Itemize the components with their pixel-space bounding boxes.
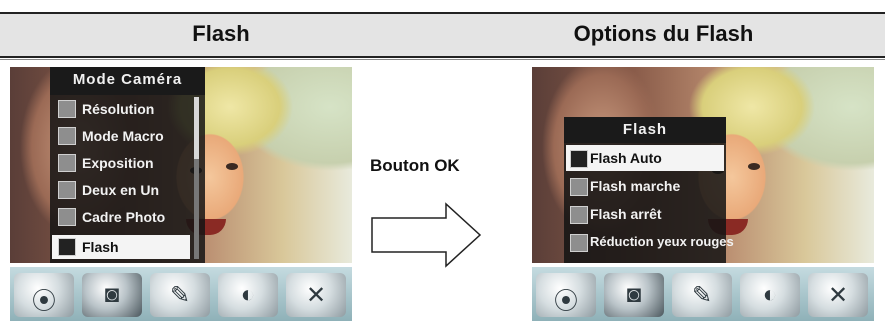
right-camera-screen: Flash Flash Auto Flash marche Flash arrê… (532, 67, 874, 321)
mode-icon-bar: ⦿ ◙ ✎ ◐ ✕ (10, 267, 352, 321)
menu-item-two-in-one[interactable]: Deux en Un (58, 178, 190, 202)
flash-off-icon (570, 206, 588, 224)
right-column-title: Options du Flash (573, 21, 754, 46)
palette-icon[interactable]: ◐ (740, 273, 800, 317)
menu-item-label: Réduction yeux rouges (590, 234, 734, 249)
resolution-icon (58, 100, 76, 118)
flash-options-menu: Flash Flash Auto Flash marche Flash arrê… (564, 117, 734, 263)
menu-item-exposure[interactable]: Exposition (58, 151, 190, 175)
menu-item-resolution[interactable]: Résolution (58, 97, 190, 121)
menu-item-macro[interactable]: Mode Macro (58, 124, 190, 148)
menu-item-photo-frame[interactable]: Cadre Photo (58, 205, 190, 229)
menu-item-label: Flash (82, 239, 119, 255)
right-arrow-icon (371, 202, 482, 268)
menu-item-red-eye[interactable]: Réduction yeux rouges (566, 229, 734, 255)
red-eye-icon (570, 234, 588, 252)
menu-item-label: Cadre Photo (82, 209, 166, 225)
tools-icon[interactable]: ✕ (808, 273, 868, 317)
exposure-icon (58, 154, 76, 172)
camera-mode-menu: Mode Caméra Résolution Mode Macro Exposi… (50, 67, 205, 263)
scrollbar-thumb[interactable] (194, 97, 199, 159)
menu-scrollbar[interactable] (194, 97, 199, 259)
menu-item-flash-auto[interactable]: Flash Auto (566, 145, 724, 171)
microphone-icon[interactable]: ✎ (150, 273, 210, 317)
video-reel-icon[interactable]: ⦿ (536, 273, 596, 317)
microphone-icon[interactable]: ✎ (672, 273, 732, 317)
left-camera-screen: Mode Caméra Résolution Mode Macro Exposi… (10, 67, 352, 321)
menu-title: Flash (564, 117, 726, 143)
photo-frame-icon (58, 208, 76, 226)
menu-item-label: Mode Macro (82, 128, 164, 144)
macro-icon (58, 127, 76, 145)
left-column-title: Flash (192, 21, 250, 46)
ok-button-label: Bouton OK (370, 156, 460, 175)
header-shadow-rule (0, 59, 885, 60)
menu-item-label: Deux en Un (82, 182, 160, 198)
menu-item-flash-on[interactable]: Flash marche (566, 173, 724, 199)
menu-item-label: Flash marche (590, 178, 681, 194)
menu-item-flash-off[interactable]: Flash arrêt (566, 201, 724, 227)
menu-item-label: Résolution (82, 101, 155, 117)
flash-on-icon (570, 178, 588, 196)
palette-icon[interactable]: ◐ (218, 273, 278, 317)
menu-item-label: Flash arrêt (590, 206, 662, 222)
video-reel-icon[interactable]: ⦿ (14, 273, 74, 317)
flash-icon (58, 238, 76, 256)
header-bottom-rule (0, 56, 885, 58)
flash-auto-icon (570, 150, 588, 168)
two-in-one-icon (58, 181, 76, 199)
menu-title: Mode Caméra (50, 67, 205, 95)
mode-icon-bar: ⦿ ◙ ✎ ◐ ✕ (532, 267, 874, 321)
menu-item-label: Flash Auto (590, 150, 662, 166)
camera-icon[interactable]: ◙ (604, 273, 664, 317)
camera-icon[interactable]: ◙ (82, 273, 142, 317)
tools-icon[interactable]: ✕ (286, 273, 346, 317)
menu-item-flash[interactable]: Flash (52, 235, 190, 259)
menu-item-label: Exposition (82, 155, 154, 171)
